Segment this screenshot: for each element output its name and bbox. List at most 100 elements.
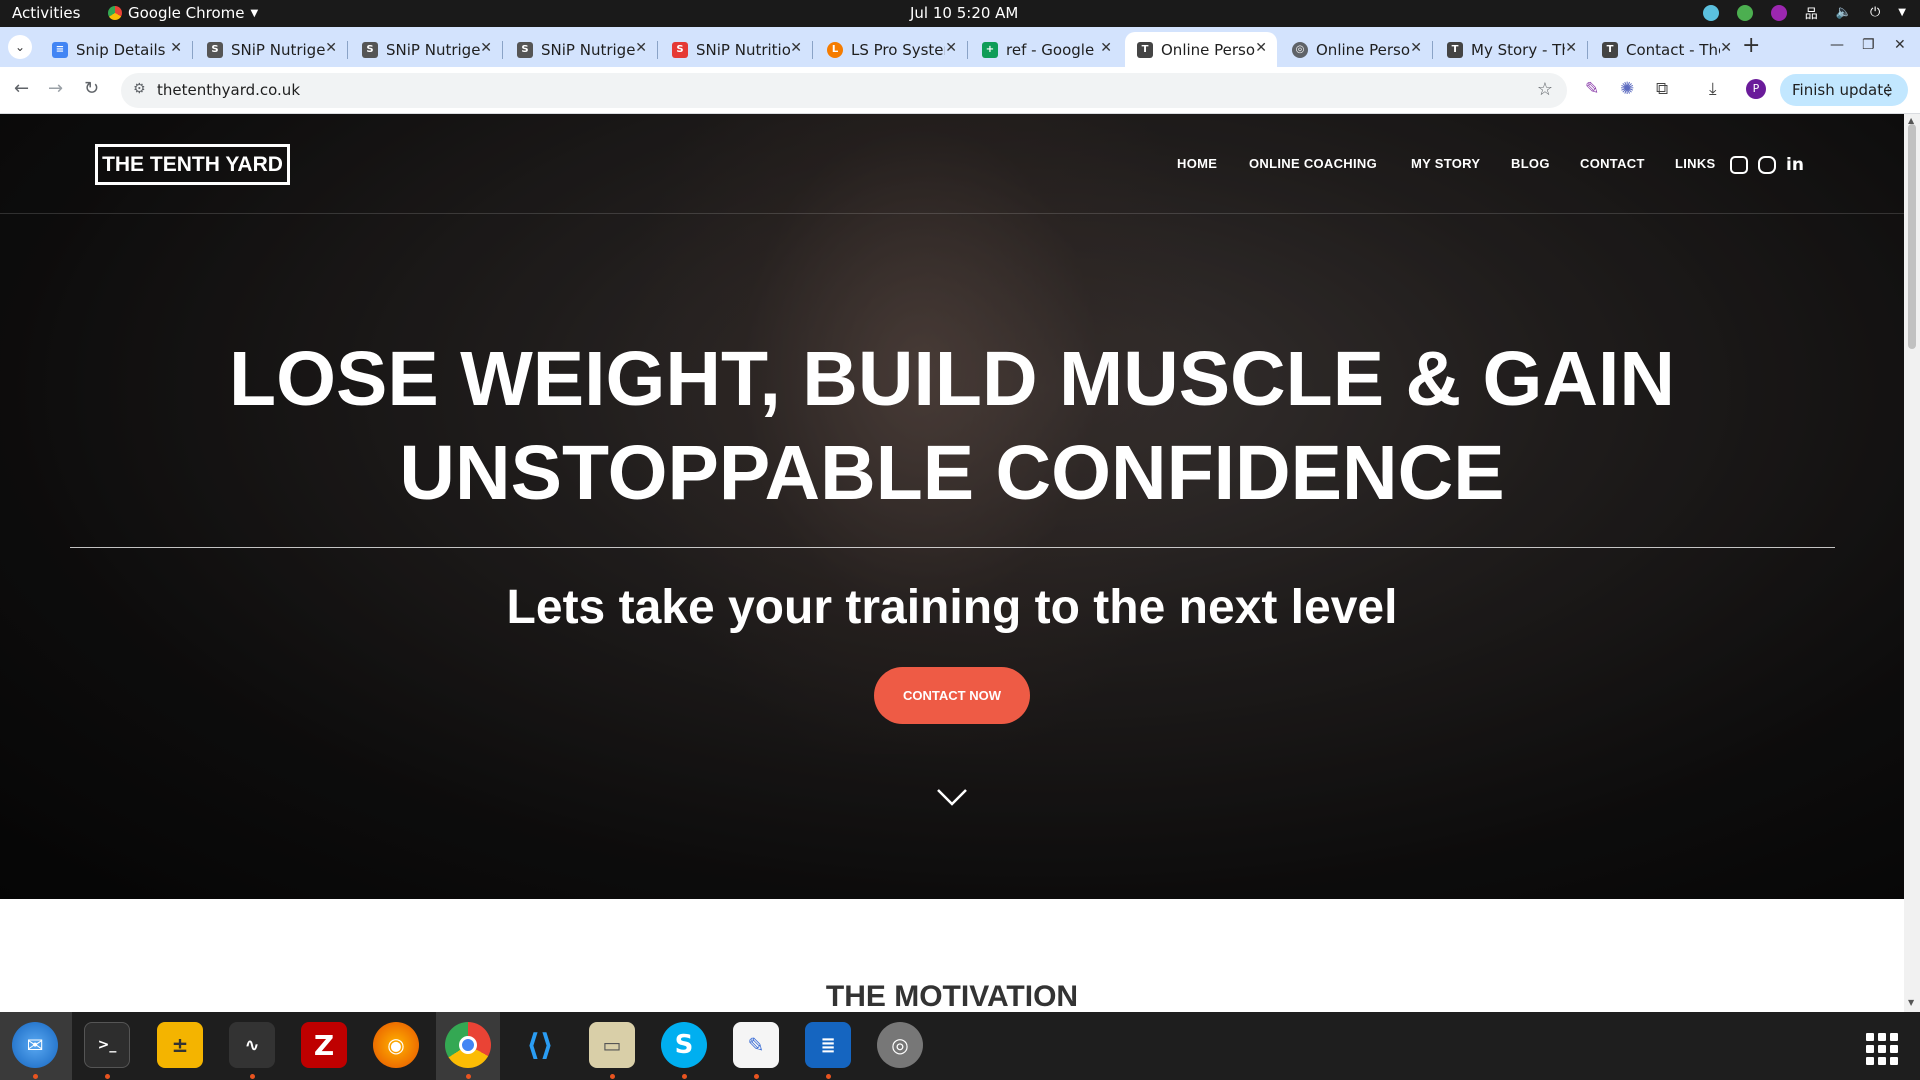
extensions-puzzle-icon[interactable]: ⧉ — [1656, 79, 1668, 99]
tab-title: My Story - The — [1471, 40, 1565, 59]
back-icon[interactable]: ← — [14, 78, 29, 99]
close-icon[interactable]: ✕ — [790, 40, 802, 56]
nav-contact[interactable]: CONTACT — [1580, 156, 1645, 171]
nav-online-coaching[interactable]: ONLINE COACHING — [1249, 156, 1377, 171]
snip-icon: S — [517, 41, 533, 58]
kebab-menu-icon[interactable]: ⋮ — [1881, 74, 1896, 106]
close-icon[interactable]: ✕ — [1720, 40, 1732, 56]
site-logo[interactable]: THE TENTH YARD — [95, 144, 290, 185]
download-icon[interactable]: ⤓ — [1709, 79, 1717, 99]
ls-icon: L — [827, 41, 843, 58]
update-icon[interactable] — [1736, 4, 1753, 21]
skype-icon[interactable]: S — [661, 1022, 707, 1068]
forward-icon[interactable]: → — [48, 78, 63, 99]
close-icon[interactable]: ✕ — [1255, 40, 1267, 56]
nav-blog[interactable]: BLOG — [1511, 156, 1550, 171]
profile-avatar[interactable]: P — [1746, 79, 1766, 99]
tab[interactable]: ≡ Snip Details ✕ — [40, 32, 192, 67]
tab[interactable]: ◎ Online Personal ✕ — [1280, 32, 1432, 67]
reload-icon[interactable]: ↻ — [84, 78, 99, 99]
gear-extension-icon[interactable]: ✺ — [1620, 79, 1634, 99]
tab[interactable]: L LS Pro System ✕ — [815, 32, 967, 67]
close-icon[interactable]: ✕ — [635, 40, 647, 56]
page-scrollbar[interactable]: ▲ ▼ — [1904, 114, 1920, 1012]
contact-now-button[interactable]: CONTACT NOW — [874, 667, 1030, 724]
docs-icon: ≡ — [52, 41, 68, 58]
snip-icon: S — [207, 41, 223, 58]
terminal-icon[interactable]: >_ — [84, 1022, 130, 1068]
thunderbird-icon[interactable]: ✉ — [12, 1022, 58, 1068]
close-icon[interactable]: ✕ — [480, 40, 492, 56]
address-bar[interactable]: ⚙ thetenthyard.co.uk ☆ — [121, 73, 1567, 108]
network-icon[interactable]: 品 — [1805, 3, 1818, 22]
hero-subheading: Lets take your training to the next leve… — [506, 581, 1398, 634]
youtube-icon[interactable] — [1758, 156, 1776, 174]
pen-extension-icon[interactable]: ✎ — [1585, 79, 1599, 99]
scrollbar-thumb[interactable] — [1908, 124, 1916, 349]
files-icon[interactable]: ▭ — [589, 1022, 635, 1068]
tab[interactable]: S SNiP Nutrigenomics ✕ — [350, 32, 502, 67]
snip-icon: S — [362, 41, 378, 58]
chrome-icon[interactable] — [445, 1022, 491, 1068]
tab[interactable]: S SNiP Nutrition ✕ — [660, 32, 812, 67]
app-menu[interactable]: Google Chrome ▼ — [108, 4, 258, 22]
tab-title: SNiP Nutrigenomics — [231, 40, 325, 59]
close-icon[interactable]: ✕ — [1565, 40, 1577, 56]
nav-home[interactable]: HOME — [1177, 156, 1217, 171]
calculator-icon[interactable]: ± — [157, 1022, 203, 1068]
system-monitor-icon[interactable]: ∿ — [229, 1022, 275, 1068]
chevron-down-icon[interactable] — [936, 787, 968, 807]
tab-title: SNiP Nutrigenomics — [541, 40, 635, 59]
close-icon[interactable]: ✕ — [1410, 40, 1422, 56]
volume-icon[interactable]: 🔈 — [1836, 5, 1852, 20]
tab-search-button[interactable]: ⌄ — [8, 35, 32, 59]
finish-update-button[interactable]: Finish update ⋮ — [1780, 74, 1908, 106]
activities-button[interactable]: Activities — [12, 4, 80, 22]
tab[interactable]: S SNiP Nutrigenomics ✕ — [195, 32, 347, 67]
globe-icon: ◎ — [1292, 41, 1308, 58]
tab-title: Online Personal — [1316, 40, 1410, 59]
new-tab-button[interactable]: + — [1742, 33, 1760, 58]
app-menu-label: Google Chrome — [128, 4, 245, 22]
close-icon[interactable]: ✕ — [170, 40, 182, 56]
close-icon[interactable]: ✕ — [1100, 40, 1112, 56]
close-icon[interactable]: ✕ — [945, 40, 957, 56]
scroll-down-icon[interactable]: ▼ — [1908, 998, 1914, 1007]
linkedin-icon[interactable]: in — [1786, 156, 1804, 174]
hero-headline-line-2: UNSTOPPABLE CONFIDENCE — [399, 430, 1505, 516]
tenthyard-icon: T — [1602, 41, 1618, 58]
close-icon[interactable]: ✕ — [325, 40, 337, 56]
extension-icon[interactable] — [1770, 4, 1787, 21]
url-text[interactable]: thetenthyard.co.uk — [157, 81, 300, 99]
bookmark-star-icon[interactable]: ☆ — [1537, 79, 1553, 100]
minimize-icon[interactable]: — — [1830, 37, 1844, 53]
nav-links[interactable]: LINKS — [1675, 156, 1716, 171]
disks-icon[interactable]: ◎ — [877, 1022, 923, 1068]
writer-icon[interactable]: ≣ — [805, 1022, 851, 1068]
tab-active[interactable]: T Online Personal ✕ — [1125, 32, 1277, 67]
system-top-bar: Activities Google Chrome ▼ Jul 10 5:20 A… — [0, 0, 1920, 27]
tab-title: Snip Details — [76, 40, 166, 59]
site-info-icon[interactable]: ⚙ — [133, 81, 146, 97]
filezilla-icon[interactable]: Z — [301, 1022, 347, 1068]
section-title: THE MOTIVATION — [825, 980, 1079, 1012]
instagram-icon[interactable] — [1730, 156, 1748, 174]
clock[interactable]: Jul 10 5:20 AM — [910, 4, 1018, 22]
restore-icon[interactable]: ❐ — [1862, 37, 1875, 53]
tab[interactable]: + ref - Google Sheets ✕ — [970, 32, 1122, 67]
tab[interactable]: S SNiP Nutrigenomics ✕ — [505, 32, 657, 67]
tab[interactable]: T My Story - The ✕ — [1435, 32, 1587, 67]
vscode-icon[interactable]: ⟨⟩ — [517, 1022, 563, 1068]
firefox-icon[interactable]: ◉ — [373, 1022, 419, 1068]
chevron-down-icon[interactable]: ▼ — [1898, 7, 1906, 18]
finish-update-label: Finish update — [1792, 81, 1893, 99]
system-tray[interactable]: 品 🔈 ⏻ ▼ — [1702, 3, 1906, 22]
nav-my-story[interactable]: MY STORY — [1411, 156, 1480, 171]
show-apps-icon[interactable] — [1866, 1033, 1898, 1065]
text-editor-icon[interactable]: ✎ — [733, 1022, 779, 1068]
close-window-icon[interactable]: ✕ — [1894, 37, 1906, 53]
tab[interactable]: T Contact - The ✕ — [1590, 32, 1742, 67]
power-icon[interactable]: ⏻ — [1870, 5, 1880, 20]
hero-divider — [70, 547, 1835, 548]
sync-icon[interactable] — [1702, 4, 1719, 21]
